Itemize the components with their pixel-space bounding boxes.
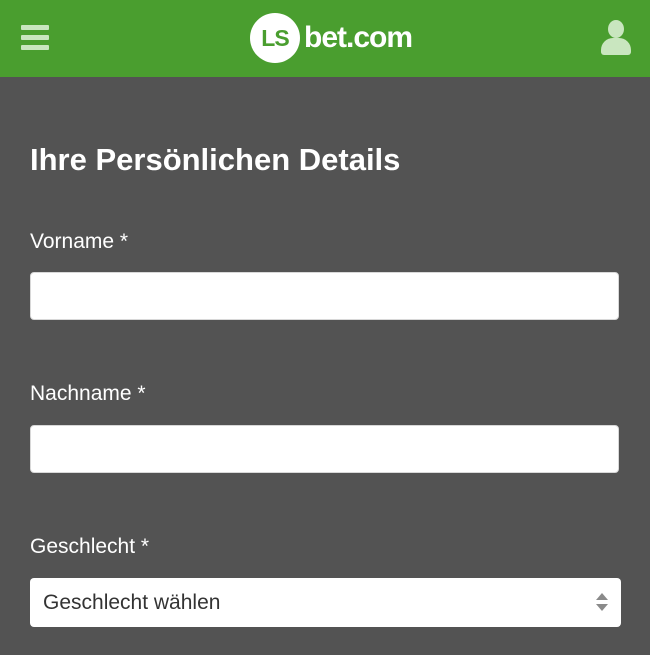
menu-line bbox=[21, 25, 49, 30]
logo-text: bet.com bbox=[304, 21, 413, 54]
logo-mark: LS bbox=[250, 13, 300, 63]
select-arrow-down bbox=[596, 604, 608, 611]
user-icon[interactable] bbox=[600, 20, 632, 56]
first-name-label: Vorname * bbox=[30, 230, 129, 253]
gender-select[interactable]: Geschlecht wählen bbox=[30, 578, 621, 627]
user-icon-head bbox=[608, 20, 624, 38]
gender-label: Geschlecht * bbox=[30, 535, 150, 558]
hamburger-menu-icon[interactable] bbox=[19, 23, 51, 51]
menu-line bbox=[21, 35, 49, 40]
select-arrow-up bbox=[596, 593, 608, 600]
select-arrows-icon bbox=[596, 593, 608, 613]
lsbet-logo[interactable]: LS bet.com bbox=[250, 12, 413, 64]
user-icon-body bbox=[601, 38, 631, 55]
top-navigation-bar: LS bet.com bbox=[0, 0, 650, 77]
last-name-field[interactable] bbox=[30, 425, 619, 473]
first-name-field[interactable] bbox=[30, 272, 619, 320]
page-title: Ihre Persönlichen Details bbox=[30, 142, 401, 177]
gender-selected-value: Geschlecht wählen bbox=[43, 591, 221, 614]
last-name-label: Nachname * bbox=[30, 382, 146, 405]
menu-line bbox=[21, 45, 49, 50]
